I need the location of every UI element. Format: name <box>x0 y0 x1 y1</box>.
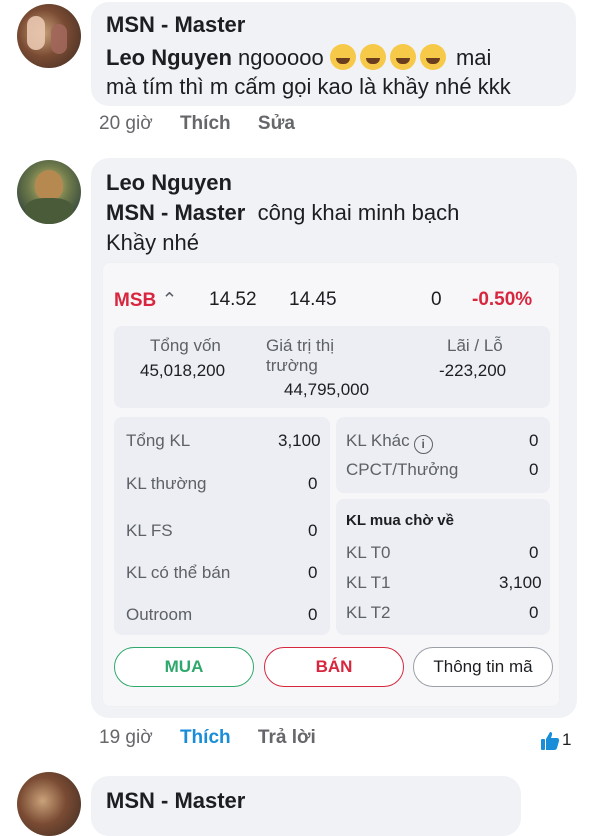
info-icon[interactable]: i <box>413 435 433 454</box>
comment-text-line: Leo Nguyen ngooooo mai <box>106 44 491 71</box>
emoji-icon <box>329 44 356 70</box>
market-value-label: trường <box>266 356 318 375</box>
edit-button[interactable]: Sửa <box>258 113 295 134</box>
t1-value: 3,100 <box>499 573 542 592</box>
other-volume-label: KL Khác i <box>346 431 433 454</box>
bonus-label: CPCT/Thưởng <box>346 460 459 479</box>
capital-label: Tổng vốn <box>150 336 221 355</box>
t1-label: KL T1 <box>346 573 391 592</box>
stock-card[interactable]: MSB ⌃ 14.52 14.45 0 -0.50% Tổng vốn 45,0… <box>102 262 560 707</box>
stock-symbol[interactable]: MSB ⌃ <box>114 289 177 312</box>
normal-volume-label: KL thường <box>126 474 207 493</box>
comment-text: công khai minh bạch <box>257 200 460 225</box>
comment-actions: 20 giờ Thích Sửa <box>99 113 317 135</box>
pl-value: -223,200 <box>439 361 507 380</box>
other-volume-label-text: KL Khác <box>346 431 410 450</box>
comment-author[interactable]: MSN - Master <box>106 12 245 38</box>
other-volume-panel: KL Khác i 0 CPCT/Thưởng 0 <box>336 417 550 493</box>
price-current: 14.45 <box>289 289 337 310</box>
avatar[interactable] <box>17 160 81 224</box>
avatar[interactable] <box>17 4 81 68</box>
stock-qty: 0 <box>431 289 442 310</box>
comment-actions: 19 giờ Thích Trả lời <box>99 727 338 749</box>
avatar[interactable] <box>17 772 81 836</box>
reply-button[interactable]: Trả lời <box>258 727 316 748</box>
fs-volume-label: KL FS <box>126 521 173 540</box>
comment-text-tail: mai <box>455 45 492 70</box>
t0-value: 0 <box>529 543 539 562</box>
emoji-icon <box>359 44 386 70</box>
capital-value: 45,018,200 <box>140 361 226 380</box>
outroom-value: 0 <box>308 605 318 624</box>
comment-time: 19 giờ <box>99 727 153 748</box>
normal-volume-value: 0 <box>308 474 318 493</box>
bonus-value: 0 <box>529 460 539 479</box>
sell-button[interactable]: BÁN <box>264 647 404 687</box>
fs-volume-value: 0 <box>308 521 318 540</box>
outroom-label: Outroom <box>126 605 193 624</box>
chevron-up-icon[interactable]: ⌃ <box>162 290 178 311</box>
thumbs-up-icon[interactable] <box>540 731 560 751</box>
mention[interactable]: Leo Nguyen <box>106 45 232 70</box>
sellable-volume-label: KL có thể bán <box>126 563 231 582</box>
stock-symbol-text: MSB <box>114 290 157 311</box>
comment-author[interactable]: Leo Nguyen <box>106 170 232 196</box>
reaction-count[interactable]: 1 <box>562 730 571 750</box>
volume-panel: Tổng KL 3,100 KL thường 0 KL FS 0 KL có … <box>114 417 330 635</box>
total-volume-label: Tổng KL <box>126 431 191 450</box>
emoji-icon <box>419 44 446 70</box>
pending-title: KL mua chờ về <box>346 512 454 529</box>
market-value-label: Giá trị thị <box>266 336 335 355</box>
t2-value: 0 <box>529 603 539 622</box>
like-button[interactable]: Thích <box>180 113 231 134</box>
other-volume-value: 0 <box>529 431 539 450</box>
comment-text: ngooooo <box>238 45 324 70</box>
emoji-icon <box>389 44 416 70</box>
total-volume-value: 3,100 <box>278 431 321 450</box>
t0-label: KL T0 <box>346 543 391 562</box>
change-percent: -0.50% <box>472 289 533 310</box>
mention[interactable]: MSN - Master <box>106 200 245 225</box>
summary-panel: Tổng vốn 45,018,200 Giá trị thị trường 4… <box>114 326 550 408</box>
like-button[interactable]: Thích <box>180 727 231 748</box>
stock-info-button[interactable]: Thông tin mã <box>413 647 553 687</box>
comment-text: Khầy nhé <box>106 230 199 255</box>
pl-label: Lãi / Lỗ <box>447 336 503 355</box>
comment-text-line: MSN - Master công khai minh bạch <box>106 200 459 226</box>
comment-time: 20 giờ <box>99 113 153 134</box>
comment-text: mà tím thì m cấm gọi kao là khầy nhé kkk <box>106 74 511 99</box>
comment-author[interactable]: MSN - Master <box>106 788 245 814</box>
price-ref: 14.52 <box>209 289 257 310</box>
pending-panel: KL mua chờ về KL T0 0 KL T1 3,100 KL T2 … <box>336 499 550 635</box>
market-value: 44,795,000 <box>284 380 370 399</box>
sellable-volume-value: 0 <box>308 563 318 582</box>
t2-label: KL T2 <box>346 603 391 622</box>
buy-button[interactable]: MUA <box>114 647 254 687</box>
